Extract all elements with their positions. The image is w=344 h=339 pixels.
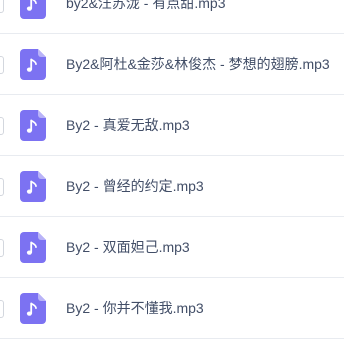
file-name[interactable]: By2 - 你并不懂我.mp3 — [66, 298, 204, 318]
file-row-4[interactable]: By2 - 曾经的约定.mp3 — [0, 156, 344, 217]
file-name[interactable]: By2 - 曾经的约定.mp3 — [66, 176, 204, 196]
file-list: by2&汪苏泷 - 有点甜.mp3 By2&阿杜&金莎&林俊杰 - 梦想的翅膀.… — [0, 0, 344, 339]
row-checkbox[interactable] — [0, 300, 4, 318]
row-checkbox[interactable] — [0, 239, 4, 257]
music-file-icon — [20, 110, 46, 141]
music-file-icon — [20, 171, 46, 202]
row-checkbox[interactable] — [0, 0, 4, 13]
file-name[interactable]: By2 - 真爱无敌.mp3 — [66, 115, 190, 135]
music-file-icon — [20, 232, 46, 263]
file-name[interactable]: By2 - 双面妲己.mp3 — [66, 237, 190, 257]
music-file-icon — [20, 49, 46, 80]
file-row-2[interactable]: By2&阿杜&金莎&林俊杰 - 梦想的翅膀.mp3 — [0, 34, 344, 95]
music-file-icon — [20, 293, 46, 324]
row-checkbox[interactable] — [0, 56, 4, 74]
file-row-6[interactable]: By2 - 你并不懂我.mp3 — [0, 278, 344, 339]
row-checkbox[interactable] — [0, 178, 4, 196]
file-row-3[interactable]: By2 - 真爱无敌.mp3 — [0, 95, 344, 156]
row-checkbox[interactable] — [0, 117, 4, 135]
file-row-5[interactable]: By2 - 双面妲己.mp3 — [0, 217, 344, 278]
file-name[interactable]: By2&阿杜&金莎&林俊杰 - 梦想的翅膀.mp3 — [66, 54, 330, 74]
file-row-1[interactable]: by2&汪苏泷 - 有点甜.mp3 — [0, 0, 344, 34]
file-name[interactable]: by2&汪苏泷 - 有点甜.mp3 — [66, 0, 225, 13]
music-file-icon — [20, 0, 46, 19]
